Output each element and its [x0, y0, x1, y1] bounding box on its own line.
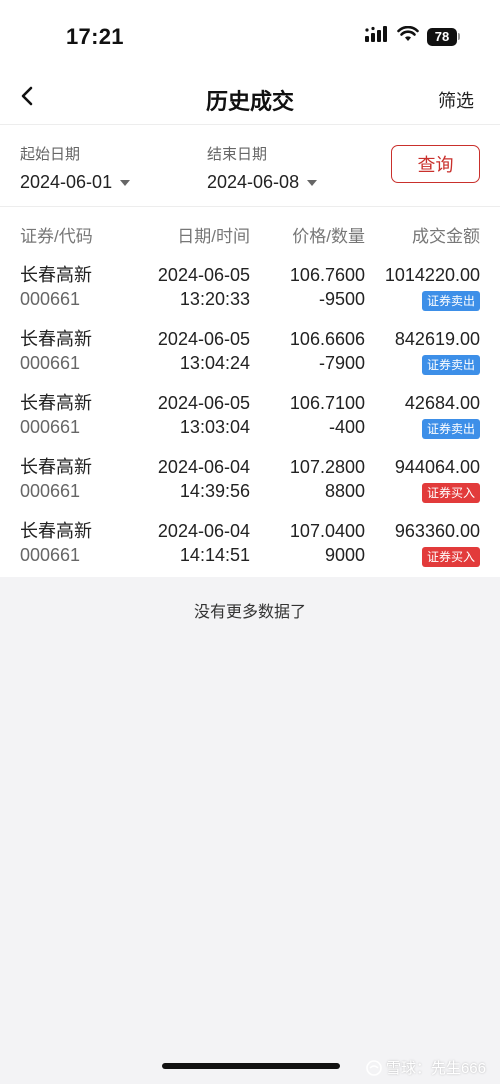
trade-date: 2024-06-05 [157, 393, 250, 413]
start-date-label: 起始日期 [20, 146, 81, 163]
wifi-icon [397, 25, 419, 47]
security-code: 000661 [20, 353, 81, 373]
table-row[interactable]: 长春高新 000661 2024-06-05 13:03:04 106.7100… [0, 385, 500, 449]
table-row[interactable]: 长春高新 000661 2024-06-04 14:39:56 107.2800… [0, 449, 500, 513]
battery-level: 78 [427, 27, 457, 46]
table-header: 证券/代码 日期/时间 价格/数量 成交金额 [0, 207, 500, 257]
end-date-block: 结束日期 2024-06-08 [207, 143, 318, 193]
buy-badge: 证券买入 [421, 483, 480, 503]
security-name: 长春高新 [20, 457, 92, 477]
status-indicators: 78 [365, 25, 460, 47]
trade-price: 106.7100 [289, 393, 365, 413]
trade-list: 长春高新 000661 2024-06-05 13:20:33 106.7600… [0, 257, 500, 577]
trade-amount: 842619.00 [394, 329, 480, 349]
status-bar: 17:21 78 [0, 0, 500, 70]
trade-date: 2024-06-05 [157, 265, 250, 285]
top-panel: 17:21 78 历史成交 筛选 起始日期 2024-06-01 结束日期 20… [0, 0, 500, 577]
trade-quantity: -400 [328, 417, 365, 437]
signal-icon [365, 26, 389, 47]
end-date-picker[interactable]: 2024-06-08 [207, 172, 318, 193]
start-date-block: 起始日期 2024-06-01 [20, 143, 131, 193]
trade-quantity: -9500 [318, 289, 365, 309]
trade-price: 106.6606 [289, 329, 365, 349]
table-row[interactable]: 长春高新 000661 2024-06-05 13:20:33 106.7600… [0, 257, 500, 321]
security-code: 000661 [20, 545, 81, 565]
trade-time: 14:14:51 [179, 545, 250, 565]
trade-date: 2024-06-04 [157, 521, 250, 541]
end-date-value: 2024-06-08 [207, 172, 300, 192]
nav-bar: 历史成交 筛选 [0, 70, 500, 125]
battery-tip [458, 33, 460, 40]
security-code: 000661 [20, 289, 81, 309]
security-code: 000661 [20, 481, 81, 501]
table-row[interactable]: 长春高新 000661 2024-06-05 13:04:24 106.6606… [0, 321, 500, 385]
header-security-code: 证券/代码 [20, 227, 93, 246]
security-name: 长春高新 [20, 521, 92, 541]
sell-badge: 证券卖出 [421, 291, 480, 311]
trade-quantity: -7900 [318, 353, 365, 373]
trade-time: 13:04:24 [179, 353, 250, 373]
trade-date: 2024-06-04 [157, 457, 250, 477]
watermark-text: 雪球：先生666 [385, 1060, 486, 1077]
header-price-qty: 价格/数量 [292, 227, 365, 246]
table-row[interactable]: 长春高新 000661 2024-06-04 14:14:51 107.0400… [0, 513, 500, 577]
trade-quantity: 9000 [324, 545, 365, 565]
filter-button[interactable]: 筛选 [438, 87, 474, 113]
trade-quantity: 8800 [324, 481, 365, 501]
trade-date: 2024-06-05 [157, 329, 250, 349]
trade-time: 13:20:33 [179, 289, 250, 309]
snowball-logo-icon [366, 1059, 382, 1076]
caret-down-icon [307, 179, 318, 186]
end-date-label: 结束日期 [207, 146, 268, 163]
trade-price: 107.0400 [289, 521, 365, 541]
page-title: 历史成交 [205, 89, 294, 114]
security-name: 长春高新 [20, 265, 92, 285]
query-button[interactable]: 查询 [391, 145, 480, 183]
no-more-data-text: 没有更多数据了 [193, 604, 306, 621]
security-code: 000661 [20, 417, 81, 437]
trade-amount: 1014220.00 [384, 265, 480, 285]
start-date-picker[interactable]: 2024-06-01 [20, 172, 131, 193]
trade-amount: 944064.00 [394, 457, 480, 477]
trade-price: 107.2800 [289, 457, 365, 477]
caret-down-icon [120, 179, 131, 186]
sell-badge: 证券卖出 [421, 355, 480, 375]
trade-price: 106.7600 [289, 265, 365, 285]
trade-amount: 42684.00 [404, 393, 480, 413]
date-filter: 起始日期 2024-06-01 结束日期 2024-06-08 查询 [0, 125, 500, 207]
buy-badge: 证券买入 [421, 547, 480, 567]
start-date-value: 2024-06-01 [20, 172, 113, 192]
security-name: 长春高新 [20, 393, 92, 413]
header-date-time: 日期/时间 [177, 227, 250, 246]
watermark: 雪球：先生666 [366, 1057, 486, 1078]
header-amount: 成交金额 [412, 227, 480, 246]
trade-time: 13:03:04 [179, 417, 250, 437]
security-name: 长春高新 [20, 329, 92, 349]
sell-badge: 证券卖出 [421, 419, 480, 439]
home-indicator[interactable] [162, 1063, 340, 1069]
trade-time: 14:39:56 [179, 481, 250, 501]
trade-amount: 963360.00 [394, 521, 480, 541]
status-time: 17:21 [66, 24, 124, 49]
battery-icon: 78 [427, 27, 460, 46]
